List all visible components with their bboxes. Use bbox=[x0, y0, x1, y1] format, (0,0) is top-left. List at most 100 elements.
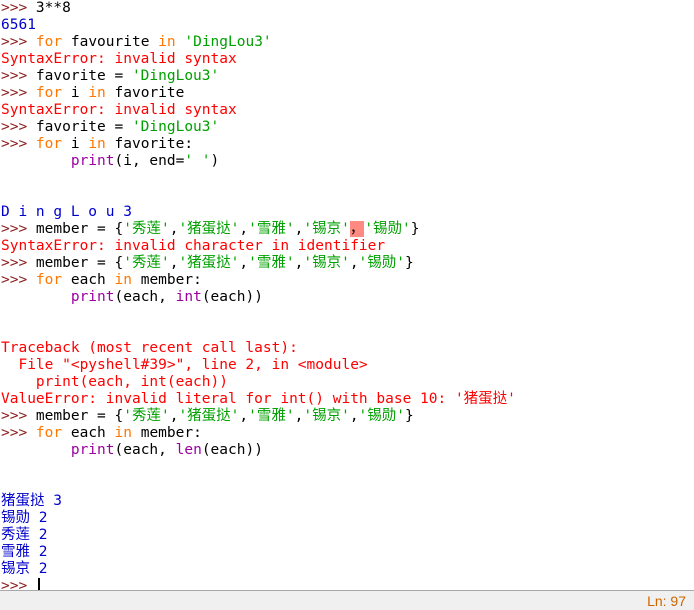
shell-token-output: D i n g L o u 3 bbox=[1, 204, 141, 220]
shell-token-keyword: for bbox=[35, 34, 63, 50]
shell-token-string: '锡京' bbox=[303, 255, 350, 271]
shell-token-string: '秀莲' bbox=[123, 255, 170, 271]
shell-line-input: >>> for i in favorite bbox=[0, 85, 694, 102]
shell-token-keyword: in bbox=[114, 272, 132, 288]
shell-token-plain: i bbox=[62, 136, 89, 152]
shell-line-output: 猪蛋挞 3 bbox=[0, 493, 694, 510]
shell-token-plain: (each)) bbox=[201, 289, 263, 305]
shell-token-plain: favorite = bbox=[35, 119, 132, 135]
shell-token-error: SyntaxError: invalid character in identi… bbox=[1, 238, 386, 254]
shell-token-plain: each bbox=[62, 272, 115, 288]
shell-token-prompt: >>> bbox=[1, 136, 36, 152]
shell-token-string: '秀莲' bbox=[123, 221, 170, 237]
shell-token-prompt: >>> bbox=[1, 425, 36, 441]
shell-token-plain: each bbox=[62, 425, 115, 441]
shell-token-keyword: for bbox=[35, 425, 63, 441]
shell-token-prompt: >>> bbox=[1, 68, 36, 84]
shell-token-plain: , bbox=[349, 408, 359, 424]
python-shell-window: >>> 3**8 6561 >>> for favourite in 'DingLo… bbox=[0, 0, 694, 610]
shell-line-output: 锡勋 2 bbox=[0, 510, 694, 527]
shell-line-error: print(each, int(each)) bbox=[0, 374, 694, 391]
shell-line-input: >>> member = {'秀莲','猪蛋挞','雪雅','锡京','锡勋'} bbox=[0, 255, 694, 272]
shell-token-plain: ) bbox=[210, 153, 220, 169]
shell-token-plain: (i, end= bbox=[114, 153, 185, 169]
shell-token-string: '锡勋' bbox=[358, 408, 406, 424]
shell-token-plain: favorite bbox=[105, 85, 185, 101]
shell-line-output: 秀莲 2 bbox=[0, 527, 694, 544]
shell-token-builtin: len bbox=[175, 442, 202, 458]
shell-token-string: 'DingLou3' bbox=[131, 119, 220, 135]
shell-line-error: Traceback (most recent call last): bbox=[0, 340, 694, 357]
shell-line-blank bbox=[0, 459, 694, 476]
shell-token-output: 雪雅 2 bbox=[1, 544, 48, 560]
shell-token-prompt: >>> bbox=[1, 578, 36, 590]
shell-token-keyword: in bbox=[158, 34, 176, 50]
shell-token-string: '猪蛋挞' bbox=[178, 221, 240, 237]
shell-token-builtin: print bbox=[70, 442, 115, 458]
status-bar: Ln: 97 bbox=[0, 590, 694, 610]
shell-token-string: '雪雅' bbox=[248, 408, 295, 424]
shell-line-input: >>> for favourite in 'DingLou3' bbox=[0, 34, 694, 51]
shell-line-error: SyntaxError: invalid character in identi… bbox=[0, 238, 694, 255]
shell-token-output: 秀莲 2 bbox=[1, 527, 48, 543]
shell-token-output: 6561 bbox=[1, 17, 36, 33]
shell-text-area[interactable]: >>> 3**8 6561 >>> for favourite in 'DingLo… bbox=[0, 0, 694, 590]
shell-token-plain: i bbox=[62, 85, 89, 101]
shell-line-input: >>> member = {'秀莲','猪蛋挞','雪雅','锡京','锡勋'} bbox=[0, 408, 694, 425]
shell-line-blank bbox=[0, 170, 694, 187]
shell-token-plain: favorite: bbox=[105, 136, 194, 152]
shell-token-string: '锡京' bbox=[303, 408, 350, 424]
shell-token-builtin: print bbox=[70, 153, 115, 169]
shell-token-plain: (each, bbox=[114, 442, 176, 458]
text-caret bbox=[37, 578, 40, 590]
shell-line-error: SyntaxError: invalid syntax bbox=[0, 51, 694, 68]
shell-token-plain bbox=[1, 442, 71, 458]
shell-token-hilite: ， bbox=[349, 221, 365, 237]
shell-token-error: File "<pyshell#39>", line 2, in <module> bbox=[1, 357, 368, 373]
shell-line-blank bbox=[0, 476, 694, 493]
shell-line-input: >>> for each in member: bbox=[0, 272, 694, 289]
shell-token-output: 锡京 2 bbox=[1, 561, 48, 577]
shell-token-string: '秀莲' bbox=[123, 408, 170, 424]
shell-token-plain: } bbox=[405, 255, 414, 271]
shell-token-plain: 3**8 bbox=[35, 0, 71, 16]
shell-token-plain: favorite = bbox=[35, 68, 132, 84]
shell-token-prompt: >>> bbox=[1, 0, 36, 16]
shell-token-prompt: >>> bbox=[1, 221, 36, 237]
line-number-indicator: Ln: 97 bbox=[647, 593, 686, 609]
shell-token-plain: member = { bbox=[35, 221, 124, 237]
shell-token-error: ValueError: invalid literal for int() wi… bbox=[1, 391, 516, 407]
shell-token-output: 锡勋 2 bbox=[1, 510, 48, 526]
shell-token-keyword: in bbox=[88, 136, 106, 152]
shell-token-error: SyntaxError: invalid syntax bbox=[1, 51, 237, 67]
shell-line-error: ValueError: invalid literal for int() wi… bbox=[0, 391, 694, 408]
shell-line-input: print(each, int(each)) bbox=[0, 289, 694, 306]
shell-line-output: D i n g L o u 3 bbox=[0, 204, 694, 221]
shell-token-string: 'DingLou3' bbox=[131, 68, 220, 84]
shell-token-string: '猪蛋挞' bbox=[178, 408, 240, 424]
shell-line-input: >>> favorite = 'DingLou3' bbox=[0, 68, 694, 85]
shell-line-input: >>> favorite = 'DingLou3' bbox=[0, 119, 694, 136]
shell-token-plain: , bbox=[349, 255, 359, 271]
shell-token-builtin: print bbox=[70, 289, 115, 305]
shell-token-string: '猪蛋挞' bbox=[178, 255, 240, 271]
shell-token-plain: (each)) bbox=[201, 442, 263, 458]
shell-line-input: >>> for each in member: bbox=[0, 425, 694, 442]
shell-token-plain: , bbox=[239, 255, 249, 271]
shell-line-output: 雪雅 2 bbox=[0, 544, 694, 561]
shell-token-prompt: >>> bbox=[1, 272, 36, 288]
shell-token-string: ' ' bbox=[184, 153, 211, 169]
shell-line-error: File "<pyshell#39>", line 2, in <module> bbox=[0, 357, 694, 374]
shell-line-input: print(i, end=' ') bbox=[0, 153, 694, 170]
shell-line-input: >>> 3**8 bbox=[0, 0, 694, 17]
shell-token-output: 猪蛋挞 3 bbox=[1, 493, 62, 509]
shell-token-plain bbox=[1, 153, 71, 169]
shell-token-plain bbox=[1, 289, 71, 305]
shell-token-prompt: >>> bbox=[1, 85, 36, 101]
shell-token-string: '锡勋' bbox=[358, 255, 406, 271]
shell-token-plain: (each, bbox=[114, 289, 176, 305]
shell-line-blank bbox=[0, 306, 694, 323]
shell-token-keyword: in bbox=[114, 425, 132, 441]
shell-token-plain: , bbox=[239, 221, 249, 237]
shell-line-error: SyntaxError: invalid syntax bbox=[0, 102, 694, 119]
